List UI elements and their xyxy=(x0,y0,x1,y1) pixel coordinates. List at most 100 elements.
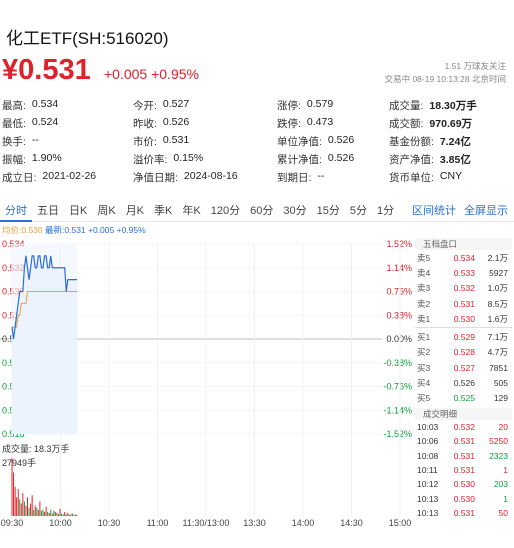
trade-row: 10:13 0.530 1 xyxy=(415,491,512,505)
x-tick-label: 15:00 xyxy=(389,518,412,528)
y-pct-label: -0.76% xyxy=(383,382,412,392)
book-side: 买4 xyxy=(417,378,431,389)
x-tick-label: 14:30 xyxy=(340,518,363,528)
quote-value: 0.534 xyxy=(31,97,59,110)
book-volume: 1.6万 xyxy=(487,313,508,324)
trade-price: 0.531 xyxy=(453,436,475,447)
page-title: 化工ETF(SH:516020) xyxy=(6,29,169,48)
trade-price: 0.531 xyxy=(453,507,475,518)
ask-row: 卖1 0.530 1.6万 xyxy=(415,311,512,326)
trade-volume: 203 xyxy=(493,479,508,490)
tab-links: 区间统计 全屏显示 xyxy=(412,200,508,222)
quote-label: 基金份额: xyxy=(389,135,434,148)
quote-cell: 跌停: 0.473 xyxy=(277,116,389,131)
trade-status: 交易中 08-19 10:13:28 北京时间 xyxy=(384,74,506,84)
quote-cell: 最高: 0.534 xyxy=(2,98,133,113)
x-tick-label: 09:30 xyxy=(1,518,24,528)
bid-row: 买1 0.529 7.1万 xyxy=(415,329,512,344)
range-stats-link[interactable]: 区间统计 xyxy=(412,200,456,222)
x-tick-label: 10:00 xyxy=(49,518,72,528)
current-price: ¥0.531 xyxy=(2,54,91,86)
trade-time: 10:13 xyxy=(417,493,439,504)
x-tick-label: 11:00 xyxy=(147,518,169,528)
quote-label: 到期日: xyxy=(277,171,312,184)
book-side: 卖1 xyxy=(417,313,431,324)
quote-cell: 资产净值: 3.85亿 xyxy=(389,152,512,167)
quote-label: 货币单位: xyxy=(389,171,434,184)
quote-label: 今开: xyxy=(133,99,157,112)
book-side: 买2 xyxy=(417,347,431,358)
price-change: +0.005 +0.95% xyxy=(104,66,199,82)
tab-4[interactable]: 月K xyxy=(121,200,149,222)
quote-label: 振幅: xyxy=(2,153,26,166)
x-tick-label: 14:00 xyxy=(292,518,315,528)
quote-label: 溢价率: xyxy=(133,153,168,166)
book-price: 0.530 xyxy=(453,313,475,324)
trade-volume: 2323 xyxy=(489,450,508,461)
book-volume: 505 xyxy=(493,378,508,389)
quote-value: -- xyxy=(317,169,325,182)
tab-9[interactable]: 30分 xyxy=(278,200,311,222)
quote-cell: 涨停: 0.579 xyxy=(277,98,389,113)
quote-cell: 货币单位: CNY xyxy=(389,170,512,185)
trade-volume: 50 xyxy=(498,507,508,518)
intraday-chart[interactable]: 0.5340.5320.5300.5280.5260.5240.5220.520… xyxy=(0,236,414,546)
book-volume: 4.7万 xyxy=(487,347,508,358)
quote-cell: 今开: 0.527 xyxy=(133,98,277,113)
tab-11[interactable]: 5分 xyxy=(345,200,372,222)
book-price: 0.534 xyxy=(453,252,475,263)
trade-volume: 1 xyxy=(503,465,508,475)
tab-5[interactable]: 季K xyxy=(149,200,177,222)
tab-12[interactable]: 1分 xyxy=(372,200,399,222)
fullscreen-link[interactable]: 全屏显示 xyxy=(464,200,508,222)
quote-value: 0.526 xyxy=(162,115,190,128)
quote-cell: 单位净值: 0.526 xyxy=(277,134,389,149)
book-price: 0.526 xyxy=(453,378,475,389)
tab-8[interactable]: 60分 xyxy=(245,200,278,222)
x-tick-label: 10:30 xyxy=(98,518,121,528)
tab-10[interactable]: 15分 xyxy=(312,200,345,222)
quote-label: 成交量: xyxy=(389,99,424,112)
trade-row: 10:08 0.531 2323 xyxy=(415,449,512,463)
book-side: 卖2 xyxy=(417,298,431,309)
follow-count[interactable]: 1.51 万球友关注 xyxy=(385,60,506,73)
quote-row: 振幅: 1.90% 溢价率: 0.15% 累计净值: 0.526 资产净值: 3.85亿 xyxy=(2,150,512,168)
y-pct-label: 1.14% xyxy=(386,263,412,273)
book-side: 卖4 xyxy=(417,267,431,278)
ask-list: 卖5 0.534 2.1万 卖4 0.533 5927 卖3 0.532 1.0万 卖2 0.531… xyxy=(415,250,512,326)
quote-value: 1.90% xyxy=(31,151,62,164)
tab-6[interactable]: 年K xyxy=(177,200,205,222)
trade-volume: 20 xyxy=(498,422,508,433)
follow-info: 1.51 万球友关注 交易中 08-19 10:13:28 北京时间 xyxy=(385,60,506,86)
book-side: 买5 xyxy=(417,393,431,404)
tab-3[interactable]: 周K xyxy=(92,200,120,222)
tab-1[interactable]: 五日 xyxy=(32,200,64,222)
quote-label: 单位净值: xyxy=(277,135,322,148)
tab-0[interactable]: 分时 xyxy=(0,200,32,222)
trade-price: 0.530 xyxy=(453,479,475,490)
quote-label: 换手: xyxy=(2,135,26,148)
quote-value: CNY xyxy=(439,169,463,182)
tab-7[interactable]: 120分 xyxy=(206,200,245,222)
quote-value: 0.15% xyxy=(173,151,204,164)
book-price: 0.533 xyxy=(453,267,475,278)
book-price: 0.531 xyxy=(453,298,475,309)
quote-cell: 振幅: 1.90% xyxy=(2,152,133,167)
y-pct-label: 0.76% xyxy=(386,287,412,297)
quote-label: 最高: xyxy=(2,99,26,112)
trade-row: 10:11 0.531 1 xyxy=(415,463,512,477)
book-volume: 129 xyxy=(493,393,508,404)
bid-row: 买3 0.527 7851 xyxy=(415,360,512,375)
ask-row: 卖5 0.534 2.1万 xyxy=(415,250,512,265)
quote-row: 最高: 0.534 今开: 0.527 涨停: 0.579 成交量: 18.30万手 xyxy=(2,96,512,114)
book-side: 买3 xyxy=(417,362,431,373)
quote-label: 市价: xyxy=(133,135,157,148)
tab-2[interactable]: 日K xyxy=(64,200,92,222)
trade-row: 10:06 0.531 5250 xyxy=(415,434,512,448)
quote-value: 0.531 xyxy=(162,133,190,146)
book-divider xyxy=(415,327,512,329)
chart-tabs: 分时 五日 日K 周K 月K 季K 年K 120分 60分 30分 15分 5分 1分 区间统计 全屏显… xyxy=(0,200,514,222)
book-volume: 2.1万 xyxy=(487,252,508,263)
quote-label: 净值日期: xyxy=(133,171,178,184)
trade-time: 10:11 xyxy=(417,465,438,475)
